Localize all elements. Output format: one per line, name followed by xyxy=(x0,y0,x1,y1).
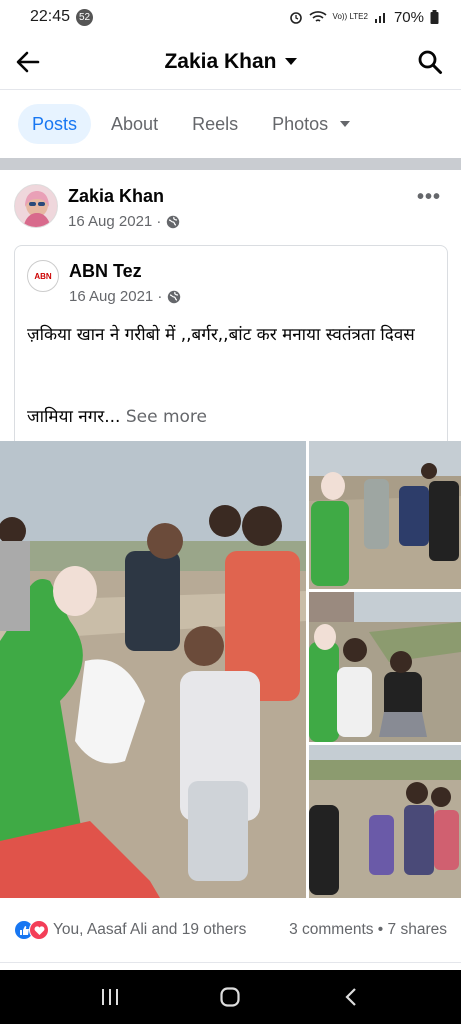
tab-label: Reels xyxy=(192,113,239,134)
post-photo-2[interactable] xyxy=(309,441,461,589)
more-options-icon[interactable]: ••• xyxy=(417,186,441,209)
globe-icon xyxy=(167,215,180,228)
network-label: Vo)) LTE2 xyxy=(332,12,368,21)
profile-name-dropdown[interactable]: Zakia Khan xyxy=(164,49,297,74)
post-text: ज़किया खान ने गरीबो में ,,बर्गर,,बांट कर… xyxy=(27,325,415,345)
stats-separator: • xyxy=(373,921,388,938)
see-more-link[interactable]: See more xyxy=(120,407,207,427)
photo-grid xyxy=(0,441,461,898)
divider xyxy=(0,962,461,970)
search-icon[interactable] xyxy=(417,49,443,75)
app-bar: Zakia Khan xyxy=(0,34,461,90)
page-logo[interactable]: ABN xyxy=(27,260,59,292)
arrow-left-icon[interactable] xyxy=(14,48,42,76)
love-reaction-icon xyxy=(29,920,49,940)
android-nav-bar xyxy=(0,970,461,1024)
battery-icon xyxy=(430,10,439,24)
app-bar-title: Zakia Khan xyxy=(164,49,277,73)
alarm-icon xyxy=(289,12,302,24)
tab-posts[interactable]: Posts xyxy=(18,104,92,144)
post-text-continued: जामिया नगर... See more xyxy=(27,404,207,427)
post-meta: 16 Aug 2021 · xyxy=(68,213,180,230)
recent-apps-icon[interactable] xyxy=(90,977,130,1017)
chevron-down-icon xyxy=(340,121,351,127)
signal-icon xyxy=(374,13,385,23)
tab-reels[interactable]: Reels xyxy=(178,104,252,144)
reactions-bar: You, Aasaf Ali and 19 others 3 comments … xyxy=(0,898,461,962)
post-photo-main[interactable] xyxy=(0,441,306,898)
avatar[interactable] xyxy=(14,184,58,228)
post-text-excerpt: जामिया नगर... xyxy=(27,407,121,427)
shares-count[interactable]: 7 shares xyxy=(388,921,447,938)
tab-photos[interactable]: Photos xyxy=(258,104,364,144)
shared-post-card[interactable]: ABN ABN Tez 16 Aug 2021 · ज़किया खान ने … xyxy=(14,245,448,441)
notification-count-badge: 52 xyxy=(76,8,94,26)
section-separator xyxy=(0,158,461,170)
post-header: Zakia Khan 16 Aug 2021 · ••• xyxy=(0,170,461,242)
post-photo-4[interactable] xyxy=(309,745,461,898)
tab-about[interactable]: About xyxy=(97,104,172,144)
post-author-name[interactable]: Zakia Khan xyxy=(68,186,164,207)
shared-author-name[interactable]: ABN Tez xyxy=(69,261,142,282)
tab-label: Posts xyxy=(32,113,78,134)
shared-post-date[interactable]: 16 Aug 2021 · xyxy=(69,288,162,305)
reactions-summary[interactable]: You, Aasaf Ali and 19 others xyxy=(53,921,246,939)
status-bar: 22:45 52 Vo)) LTE2 70% xyxy=(0,0,461,34)
post-stats: 3 comments • 7 shares xyxy=(289,921,447,939)
back-nav-icon[interactable] xyxy=(331,977,371,1017)
post-photo-3[interactable] xyxy=(309,592,461,742)
shared-post-meta: 16 Aug 2021 · xyxy=(69,288,181,305)
comments-count[interactable]: 3 comments xyxy=(289,921,373,938)
status-icons: Vo)) LTE2 70% xyxy=(289,9,439,26)
chevron-down-icon xyxy=(284,58,297,65)
wifi-icon xyxy=(309,11,327,22)
battery-percent: 70% xyxy=(393,8,424,26)
home-icon[interactable] xyxy=(210,977,250,1017)
tab-label: About xyxy=(111,113,159,134)
profile-tabs: Posts About Reels Photos xyxy=(0,90,461,158)
post-date[interactable]: 16 Aug 2021 · xyxy=(68,213,161,230)
reaction-icons[interactable] xyxy=(14,920,49,940)
globe-icon xyxy=(168,290,181,303)
tab-label: Photos xyxy=(272,113,329,134)
status-time: 22:45 xyxy=(30,8,71,25)
